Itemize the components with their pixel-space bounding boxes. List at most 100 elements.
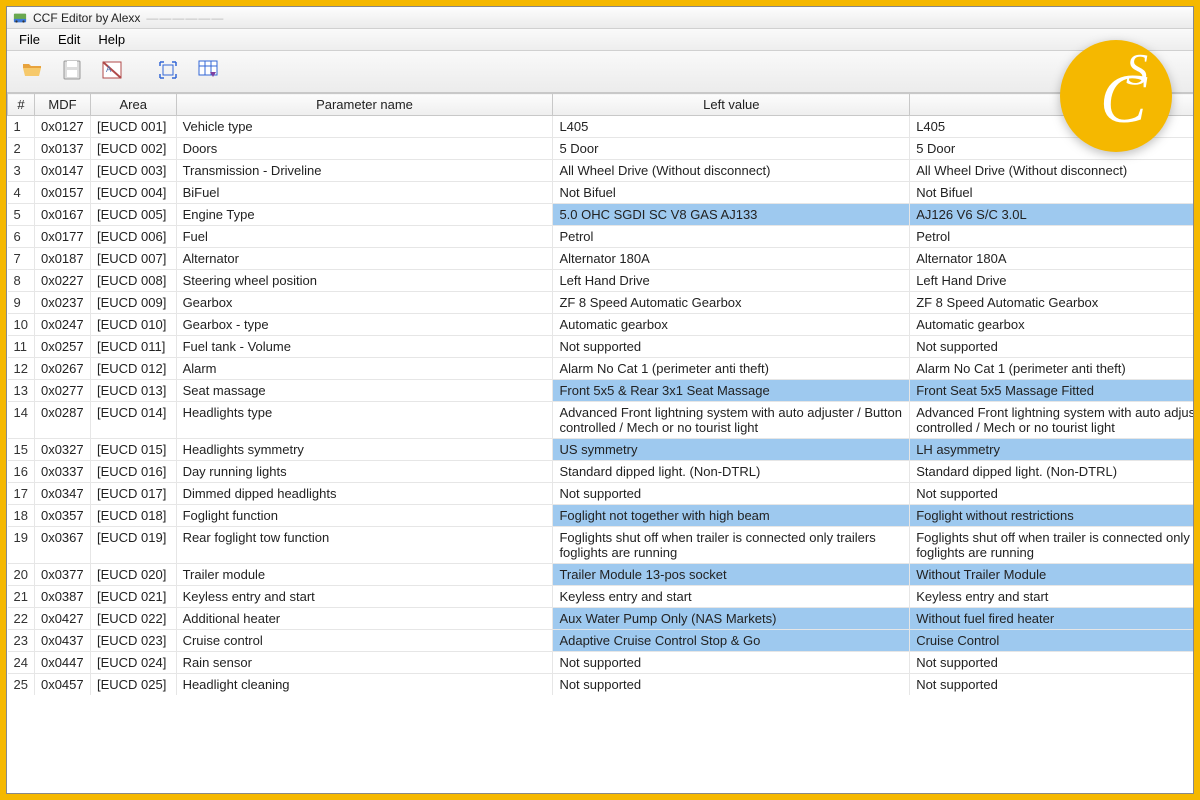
cell-mdf[interactable]: 0x0187 [34, 248, 90, 270]
menu-edit[interactable]: Edit [50, 30, 88, 49]
cell-area[interactable]: [EUCD 014] [90, 402, 176, 439]
cell-mdf[interactable]: 0x0127 [34, 116, 90, 138]
table-row[interactable]: 30x0147[EUCD 003]Transmission - Drivelin… [8, 160, 1194, 182]
cell-l[interactable]: Trailer Module 13-pos socket [553, 564, 910, 586]
cell-mdf[interactable]: 0x0167 [34, 204, 90, 226]
cell-n[interactable]: 15 [8, 439, 35, 461]
cell-n[interactable]: 19 [8, 527, 35, 564]
cell-n[interactable]: 9 [8, 292, 35, 314]
cell-p[interactable]: Gearbox [176, 292, 553, 314]
table-row[interactable]: 140x0287[EUCD 014]Headlights typeAdvance… [8, 402, 1194, 439]
table-row[interactable]: 130x0277[EUCD 013]Seat massageFront 5x5 … [8, 380, 1194, 402]
cell-area[interactable]: [EUCD 020] [90, 564, 176, 586]
title-bar[interactable]: CCF Editor by Alexx —————— [7, 7, 1193, 29]
cell-area[interactable]: [EUCD 016] [90, 461, 176, 483]
cell-r[interactable]: All Wheel Drive (Without disconnect) [910, 160, 1193, 182]
cell-l[interactable]: ZF 8 Speed Automatic Gearbox [553, 292, 910, 314]
table-row[interactable]: 60x0177[EUCD 006]FuelPetrolPetrol [8, 226, 1194, 248]
save-button[interactable] [55, 55, 89, 89]
cell-l[interactable]: Not supported [553, 674, 910, 696]
table-row[interactable]: 230x0437[EUCD 023]Cruise controlAdaptive… [8, 630, 1194, 652]
cell-mdf[interactable]: 0x0227 [34, 270, 90, 292]
table-row[interactable]: 240x0447[EUCD 024]Rain sensorNot support… [8, 652, 1194, 674]
cell-mdf[interactable]: 0x0267 [34, 358, 90, 380]
cell-n[interactable]: 11 [8, 336, 35, 358]
cell-area[interactable]: [EUCD 001] [90, 116, 176, 138]
cell-mdf[interactable]: 0x0327 [34, 439, 90, 461]
col-pname[interactable]: Parameter name [176, 94, 553, 116]
cell-mdf[interactable]: 0x0367 [34, 527, 90, 564]
data-grid-scroll[interactable]: # MDF Area Parameter name Left value Rig… [7, 93, 1193, 793]
cell-mdf[interactable]: 0x0457 [34, 674, 90, 696]
cell-mdf[interactable]: 0x0437 [34, 630, 90, 652]
cell-area[interactable]: [EUCD 025] [90, 674, 176, 696]
cell-area[interactable]: [EUCD 011] [90, 336, 176, 358]
table-row[interactable]: 150x0327[EUCD 015]Headlights symmetryUS … [8, 439, 1194, 461]
table-row[interactable]: 190x0367[EUCD 019]Rear foglight tow func… [8, 527, 1194, 564]
menu-file[interactable]: File [11, 30, 48, 49]
cell-mdf[interactable]: 0x0157 [34, 182, 90, 204]
cell-mdf[interactable]: 0x0137 [34, 138, 90, 160]
cell-l[interactable]: Alarm No Cat 1 (perimeter anti theft) [553, 358, 910, 380]
cell-mdf[interactable]: 0x0257 [34, 336, 90, 358]
cell-l[interactable]: Foglights shut off when trailer is conne… [553, 527, 910, 564]
cell-mdf[interactable]: 0x0387 [34, 586, 90, 608]
cell-p[interactable]: Rear foglight tow function [176, 527, 553, 564]
cell-n[interactable]: 22 [8, 608, 35, 630]
cell-l[interactable]: Not supported [553, 652, 910, 674]
table-row[interactable]: 20x0137[EUCD 002]Doors5 Door5 Door [8, 138, 1194, 160]
cell-area[interactable]: [EUCD 015] [90, 439, 176, 461]
cell-r[interactable]: Not supported [910, 652, 1193, 674]
table-row[interactable]: 220x0427[EUCD 022]Additional heaterAux W… [8, 608, 1194, 630]
cell-area[interactable]: [EUCD 018] [90, 505, 176, 527]
table-row[interactable]: 160x0337[EUCD 016]Day running lightsStan… [8, 461, 1194, 483]
cell-area[interactable]: [EUCD 009] [90, 292, 176, 314]
cell-r[interactable]: Not supported [910, 674, 1193, 696]
cell-n[interactable]: 17 [8, 483, 35, 505]
col-area[interactable]: Area [90, 94, 176, 116]
cell-p[interactable]: BiFuel [176, 182, 553, 204]
cell-mdf[interactable]: 0x0287 [34, 402, 90, 439]
cell-p[interactable]: Transmission - Driveline [176, 160, 553, 182]
cell-mdf[interactable]: 0x0357 [34, 505, 90, 527]
cell-l[interactable]: 5.0 OHC SGDI SC V8 GAS AJ133 [553, 204, 910, 226]
cell-p[interactable]: Doors [176, 138, 553, 160]
cell-p[interactable]: Fuel [176, 226, 553, 248]
cell-p[interactable]: Alternator [176, 248, 553, 270]
col-left[interactable]: Left value [553, 94, 910, 116]
cell-r[interactable]: LH asymmetry [910, 439, 1193, 461]
cell-p[interactable]: Seat massage [176, 380, 553, 402]
cell-r[interactable]: Without Trailer Module [910, 564, 1193, 586]
cell-n[interactable]: 18 [8, 505, 35, 527]
cell-l[interactable]: Alternator 180A [553, 248, 910, 270]
table-row[interactable]: 100x0247[EUCD 010]Gearbox - typeAutomati… [8, 314, 1194, 336]
cell-area[interactable]: [EUCD 012] [90, 358, 176, 380]
cell-mdf[interactable]: 0x0277 [34, 380, 90, 402]
cell-l[interactable]: All Wheel Drive (Without disconnect) [553, 160, 910, 182]
cell-area[interactable]: [EUCD 013] [90, 380, 176, 402]
cell-l[interactable]: Petrol [553, 226, 910, 248]
cell-p[interactable]: Foglight function [176, 505, 553, 527]
cell-p[interactable]: Engine Type [176, 204, 553, 226]
cell-area[interactable]: [EUCD 004] [90, 182, 176, 204]
cell-n[interactable]: 3 [8, 160, 35, 182]
toggle-button[interactable]: A [95, 55, 129, 89]
menu-help[interactable]: Help [90, 30, 133, 49]
table-row[interactable]: 90x0237[EUCD 009]GearboxZF 8 Speed Autom… [8, 292, 1194, 314]
cell-mdf[interactable]: 0x0347 [34, 483, 90, 505]
cell-p[interactable]: Steering wheel position [176, 270, 553, 292]
table-row[interactable]: 10x0127[EUCD 001]Vehicle typeL405L405 [8, 116, 1194, 138]
expand-button[interactable] [151, 55, 185, 89]
cell-n[interactable]: 25 [8, 674, 35, 696]
cell-p[interactable]: Dimmed dipped headlights [176, 483, 553, 505]
cell-area[interactable]: [EUCD 023] [90, 630, 176, 652]
cell-n[interactable]: 24 [8, 652, 35, 674]
cell-mdf[interactable]: 0x0147 [34, 160, 90, 182]
cell-r[interactable]: Cruise Control [910, 630, 1193, 652]
cell-mdf[interactable]: 0x0177 [34, 226, 90, 248]
cell-l[interactable]: Not supported [553, 336, 910, 358]
cell-area[interactable]: [EUCD 019] [90, 527, 176, 564]
cell-p[interactable]: Gearbox - type [176, 314, 553, 336]
cell-r[interactable]: Without fuel fired heater [910, 608, 1193, 630]
table-row[interactable]: 80x0227[EUCD 008]Steering wheel position… [8, 270, 1194, 292]
